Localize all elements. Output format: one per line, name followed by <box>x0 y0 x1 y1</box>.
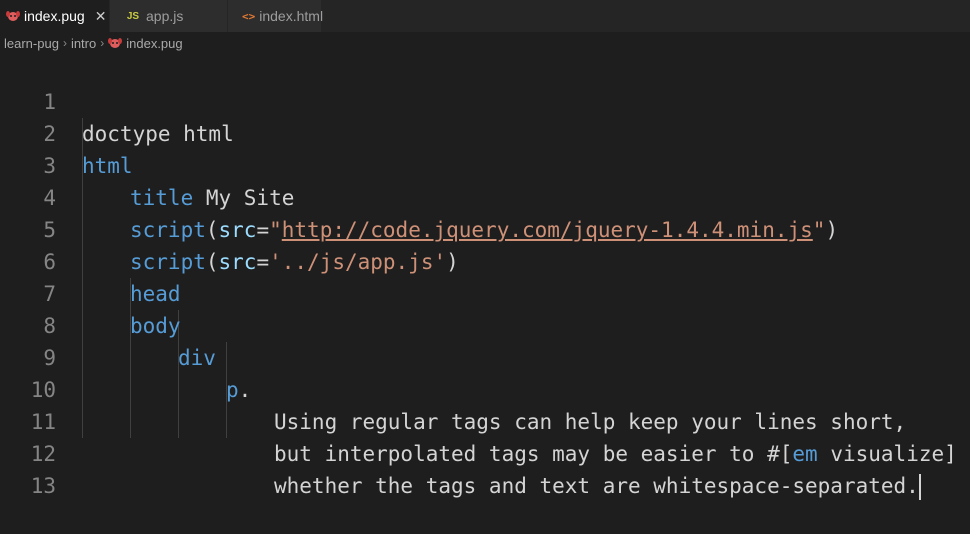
code-line: 1 doctype html <box>0 54 970 146</box>
tab-label: index.pug <box>24 8 85 24</box>
breadcrumb-index-pug[interactable]: index.pug <box>126 36 182 51</box>
code-line: 3 title My Site <box>0 118 970 210</box>
tab-index-pug[interactable]: index.pug ✕ <box>0 0 110 32</box>
tab-label: index.html <box>259 8 324 24</box>
breadcrumb-learn-pug[interactable]: learn-pug <box>4 36 59 51</box>
tab-app-js[interactable]: JS app.js <box>110 0 228 32</box>
breadcrumb: learn-pug › intro › index.pug <box>0 32 970 54</box>
code-line: 9 p. <box>0 310 970 402</box>
tab-label: app.js <box>146 8 184 24</box>
chevron-right-icon: › <box>62 36 67 50</box>
html-icon: <> <box>242 9 256 23</box>
code-line: 6 head <box>0 214 970 306</box>
breadcrumb-intro[interactable]: intro <box>71 36 96 51</box>
line-number: 13 <box>30 474 56 498</box>
code-line: 10 Using regular tags can help keep your… <box>0 342 970 434</box>
code-line: 5 script(src='../js/app.js') <box>0 182 970 274</box>
tab-bar: index.pug ✕ JS app.js <> index.html <box>0 0 970 32</box>
code-line: 4 script(src="http://code.jquery.com/jqu… <box>0 150 970 242</box>
code-line: 8 div <box>0 278 970 370</box>
code-line: 7 body <box>0 246 970 338</box>
chevron-right-icon: › <box>100 36 105 50</box>
pug-icon <box>108 37 123 49</box>
tab-index-html[interactable]: <> index.html <box>228 0 324 32</box>
pug-icon <box>6 9 20 23</box>
code-line: 11 but interpolated tags may be easier t… <box>0 374 970 466</box>
code-text: whether the tags and text are whitespace… <box>274 474 921 500</box>
close-icon[interactable]: ✕ <box>95 8 107 25</box>
js-icon: JS <box>126 10 140 22</box>
code-editor[interactable]: 1 doctype html 2 html 3 title My Site 4 … <box>0 54 970 500</box>
code-line: 12 whether the tags and text are whitesp… <box>0 406 970 500</box>
text-cursor <box>918 474 921 500</box>
code-line: 2 html <box>0 86 970 178</box>
code-line: 13 <box>0 438 970 498</box>
